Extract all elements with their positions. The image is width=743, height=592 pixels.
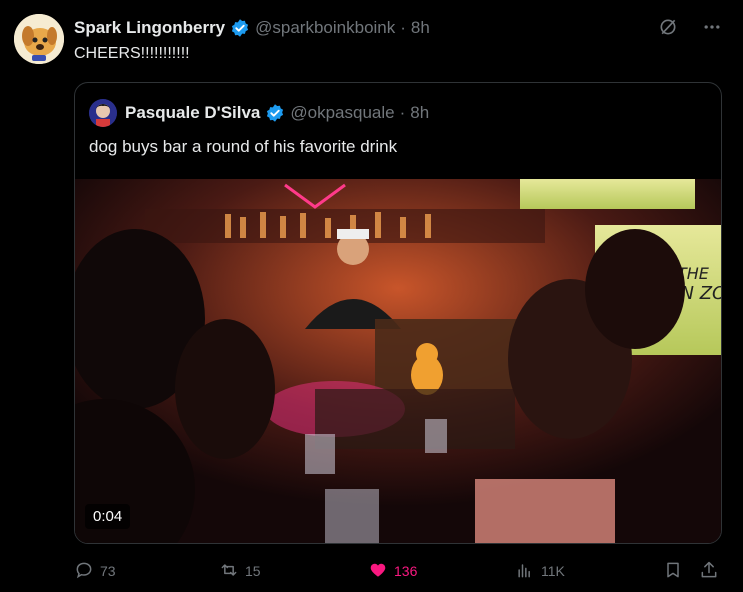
quoted-tweet[interactable]: Pasquale D'Silva @okpasquale · 8h dog bu…	[74, 82, 722, 544]
separator-dot: ·	[399, 103, 406, 122]
tweet-time[interactable]: 8h	[411, 18, 430, 38]
analytics-icon	[515, 560, 535, 583]
more-options-icon[interactable]	[701, 16, 723, 38]
quoted-author-name[interactable]: Pasquale D'Silva	[125, 103, 260, 123]
quoted-text: dog buys bar a round of his favorite dri…	[89, 137, 398, 156]
author-name[interactable]: Spark Lingonberry	[74, 18, 225, 38]
video-duration: 0:04	[85, 504, 131, 529]
verified-badge-icon	[265, 103, 285, 123]
quoted-time[interactable]: 8h	[410, 103, 429, 123]
tweet-text: CHEERS!!!!!!!!!!!	[74, 45, 190, 62]
heart-icon	[368, 560, 388, 583]
separator-dot: ·	[400, 18, 406, 37]
reply-button[interactable]: 73	[74, 560, 116, 583]
like-button[interactable]: 136	[368, 560, 417, 583]
views-count: 11K	[541, 563, 565, 579]
share-icon	[699, 560, 719, 583]
views-button[interactable]: 11K	[515, 560, 565, 583]
quoted-avatar[interactable]	[89, 99, 117, 127]
quoted-author-handle[interactable]: @okpasquale	[290, 103, 394, 123]
like-count: 136	[394, 563, 418, 579]
author-handle[interactable]: @sparkboinkboink	[255, 18, 395, 38]
repost-button[interactable]: 15	[219, 560, 261, 583]
bookmark-button[interactable]	[663, 560, 683, 583]
share-button[interactable]	[699, 560, 719, 583]
video-player[interactable]: THE FUN ZONE 0:04	[75, 179, 721, 543]
repost-icon	[219, 560, 239, 583]
avatar[interactable]	[14, 14, 64, 64]
repost-count: 15	[245, 563, 261, 579]
bookmark-icon	[663, 560, 683, 583]
top-actions	[657, 16, 723, 38]
reply-icon	[74, 560, 94, 583]
grok-icon[interactable]	[657, 16, 679, 38]
quoted-header: Pasquale D'Silva @okpasquale · 8h	[89, 99, 429, 127]
verified-badge-icon	[230, 18, 250, 38]
video-frame: THE FUN ZONE	[75, 179, 721, 543]
action-bar: 73 15 136 11K	[74, 558, 723, 584]
reply-count: 73	[100, 563, 116, 579]
tweet-header: Spark Lingonberry @sparkboinkboink · 8h	[74, 15, 723, 41]
